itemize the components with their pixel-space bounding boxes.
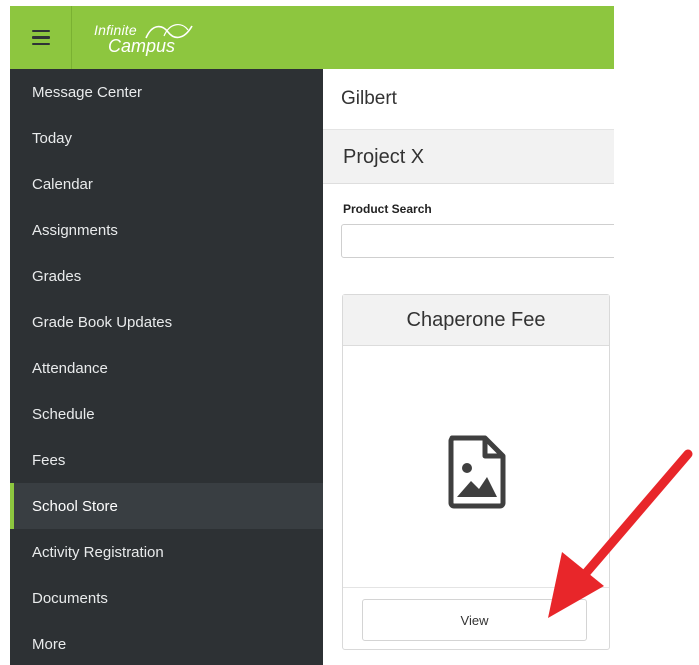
sidebar-item-label: Schedule — [32, 405, 95, 423]
sidebar-item-assignments[interactable]: Assignments — [10, 207, 323, 253]
product-search-input[interactable] — [341, 224, 614, 258]
top-header: Infinite Campus — [10, 6, 614, 69]
app-window: Infinite Campus Message Center Today Cal… — [10, 6, 614, 665]
sidebar-item-label: Calendar — [32, 175, 93, 193]
sidebar-item-label: Today — [32, 129, 73, 147]
product-search-label: Product Search — [343, 202, 432, 216]
sidebar-item-today[interactable]: Today — [10, 115, 323, 161]
project-header: Project X — [323, 130, 614, 184]
sidebar-item-label: School Store — [32, 497, 118, 515]
sidebar-item-label: Grades — [32, 267, 82, 285]
sidebar-item-label: Documents — [32, 589, 108, 607]
sidebar-item-grade-book-updates[interactable]: Grade Book Updates — [10, 299, 323, 345]
menu-icon-bar — [31, 29, 50, 33]
sidebar-item-attendance[interactable]: Attendance — [10, 345, 323, 391]
sidebar-item-label: Assignments — [32, 221, 118, 239]
sidebar-item-label: Attendance — [32, 359, 108, 377]
sidebar-nav: Message Center Today Calendar Assignment… — [10, 69, 323, 665]
project-title: Project X — [343, 145, 425, 168]
sidebar-item-message-center[interactable]: Message Center — [10, 69, 323, 115]
logo-swoosh-icon — [145, 24, 193, 39]
sidebar-item-calendar[interactable]: Calendar — [10, 161, 323, 207]
menu-icon-bar — [31, 36, 50, 39]
sidebar-item-label: Fees — [32, 451, 66, 469]
product-card-title: Chaperone Fee — [343, 295, 609, 346]
sidebar-item-more[interactable]: More — [10, 621, 323, 665]
sidebar-item-label: More — [32, 635, 67, 653]
hamburger-menu-button[interactable] — [10, 6, 72, 69]
red-arrow-annotation-icon — [548, 449, 693, 618]
image-placeholder-icon — [448, 435, 506, 509]
menu-icon-bar — [31, 42, 50, 46]
sidebar-item-activity-registration[interactable]: Activity Registration — [10, 529, 323, 575]
infinite-campus-logo[interactable]: Infinite Campus — [94, 18, 204, 58]
sidebar-item-label: Grade Book Updates — [32, 313, 173, 331]
sidebar-item-documents[interactable]: Documents — [10, 575, 323, 621]
sidebar-item-grades[interactable]: Grades — [10, 253, 323, 299]
sidebar-item-label: Activity Registration — [32, 543, 164, 561]
sidebar-item-schedule[interactable]: Schedule — [10, 391, 323, 437]
sidebar-item-school-store[interactable]: School Store — [10, 483, 323, 529]
student-name[interactable]: Gilbert — [341, 69, 397, 129]
sidebar-item-label: Message Center — [32, 83, 143, 101]
sidebar-item-fees[interactable]: Fees — [10, 437, 323, 483]
